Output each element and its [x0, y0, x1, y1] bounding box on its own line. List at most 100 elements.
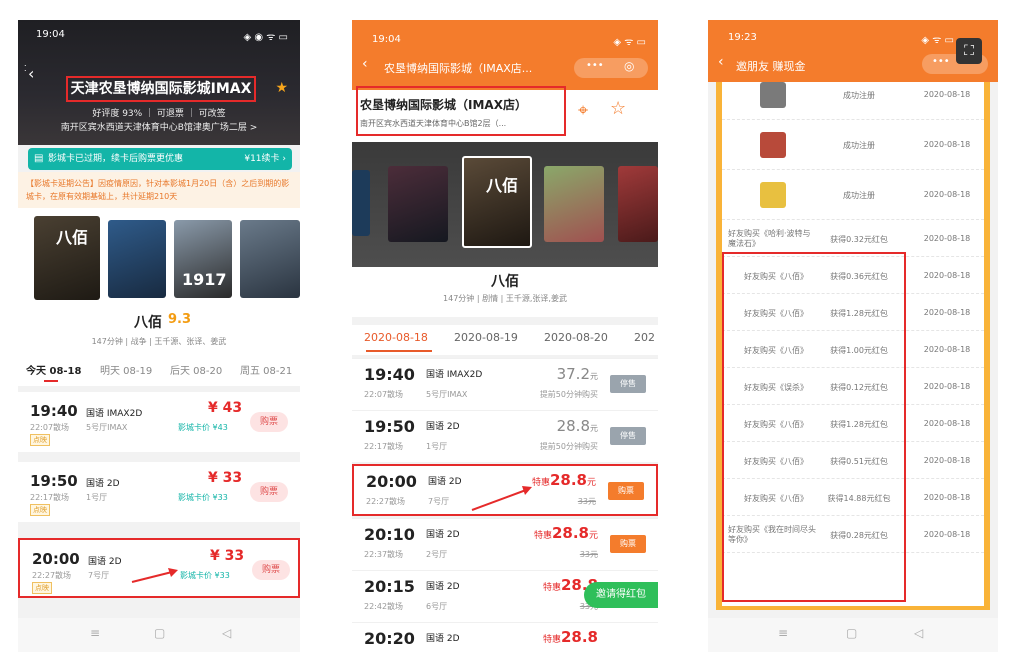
- record-date: 2020-08-18: [923, 345, 971, 354]
- avatar: [760, 182, 786, 208]
- red-arrow-annotation: [471, 486, 532, 511]
- sold-out-button[interactable]: 停售: [610, 375, 646, 393]
- home-icon[interactable]: ▢: [154, 626, 165, 640]
- poster-babai-selected[interactable]: 八佰: [462, 156, 532, 248]
- buy-button[interactable]: 购票: [250, 482, 288, 502]
- session-row-highlighted[interactable]: 20:00 22:27散场 国语 2D 7号厅 特惠28.8元 33元 购票: [352, 464, 658, 516]
- session-time: 20:10: [364, 525, 415, 544]
- status-time: 19:04: [36, 29, 65, 40]
- movie-poster-strip[interactable]: 八佰 1917: [18, 208, 300, 308]
- session-language: 国语 2D: [426, 530, 460, 540]
- session-hall: 6号厅: [426, 602, 448, 611]
- sold-out-button[interactable]: 停售: [610, 427, 646, 445]
- status-icons: ◈ ᯤ ▭: [921, 35, 954, 46]
- phone-screen-1: 19:04 ◈ ◉ ᯤ ▭ ‹ ⁚ ★ 天津农垦博纳国际影城IMAX 好评度 9…: [18, 20, 300, 652]
- fullscreen-icon[interactable]: ⛶: [956, 38, 982, 64]
- buy-button[interactable]: 购票: [608, 482, 644, 500]
- poster-5[interactable]: [618, 166, 658, 242]
- nav-title: 农垦博纳国际影城（IMAX店...: [384, 62, 533, 75]
- tab-today[interactable]: 今天 08-18: [26, 362, 81, 377]
- card-price: 影城卡价 ¥43: [178, 423, 228, 432]
- record-date: 2020-08-18: [923, 308, 971, 317]
- cinema-name: 天津农垦博纳国际影城IMAX: [66, 76, 256, 102]
- menu-icon[interactable]: ≡: [778, 626, 788, 640]
- tab-indicator: [44, 380, 58, 382]
- favorite-star-icon[interactable]: ★: [275, 80, 288, 96]
- location-pin-icon[interactable]: ⌖: [578, 100, 588, 121]
- record-date: 2020-08-18: [923, 140, 971, 149]
- record-date: 2020-08-18: [923, 530, 971, 539]
- buy-button[interactable]: 购票: [252, 560, 290, 580]
- session-language: 国语 2D: [426, 582, 460, 592]
- movie-title: 八佰: [491, 274, 519, 290]
- session-row[interactable]: 19:50 22:17散场 点映 国语 2D 1号厅 ¥ 33 影城卡价 ¥33…: [18, 462, 300, 522]
- session-row[interactable]: 19:50 22:17散场 国语 2D 1号厅 28.8元 提前50分钟购买 停…: [352, 410, 658, 462]
- poster-harry-potter[interactable]: [108, 220, 166, 298]
- discount-label: 特惠: [542, 635, 561, 645]
- movie-meta: 147分钟 | 剧情 | 王千源,张译,姜武: [443, 294, 567, 303]
- rating-line: 好评度 93% ｜ 可退票 ｜ 可改签: [92, 109, 226, 119]
- poster-2[interactable]: [388, 166, 448, 242]
- back-nav-icon[interactable]: ◁: [914, 626, 923, 640]
- session-end: 22:27散场: [366, 497, 406, 506]
- record-result: 成功注册: [843, 191, 875, 200]
- more-icon[interactable]: •••: [932, 56, 950, 67]
- movie-score: 9.3: [168, 312, 192, 327]
- session-row[interactable]: 20:10 22:37散场 国语 2D 2号厅 特惠28.8元 33元 购票: [352, 518, 658, 570]
- back-icon[interactable]: ‹: [718, 54, 724, 70]
- record-date: 2020-08-18: [923, 90, 971, 99]
- close-target-icon[interactable]: ◎: [624, 59, 634, 73]
- session-row[interactable]: 19:40 22:07散场 点映 国语 IMAX2D 5号厅IMAX ¥ 43 …: [18, 392, 300, 452]
- android-nav-bar: ≡ ▢ ◁: [18, 618, 300, 652]
- discount-label: 特惠: [542, 583, 561, 593]
- session-price: ¥ 33: [210, 548, 245, 564]
- session-end: 22:37散场: [364, 550, 404, 559]
- buy-button[interactable]: 购票: [610, 535, 646, 553]
- tab-date-1[interactable]: 2020-08-18: [364, 331, 428, 344]
- price-unit: 元: [590, 372, 598, 381]
- poster-1917[interactable]: 1917: [174, 220, 232, 298]
- tab-date-2[interactable]: 2020-08-19: [454, 331, 518, 344]
- cinema-address[interactable]: 南开区宾水西道天津体育中心B馆津奥广场二层 >: [18, 120, 300, 133]
- movie-poster-carousel[interactable]: 八佰: [352, 142, 658, 267]
- record-row: 成功注册 2020-08-18: [722, 120, 984, 170]
- session-hall: 2号厅: [426, 550, 448, 559]
- record-date: 2020-08-18: [923, 190, 971, 199]
- tab-tomorrow[interactable]: 明天 08-19: [100, 362, 152, 377]
- poster-left-edge[interactable]: [352, 170, 370, 236]
- session-row[interactable]: 20:20 国语 2D 特惠28.8: [352, 622, 658, 652]
- poster-4[interactable]: [544, 166, 604, 242]
- back-nav-icon[interactable]: ◁: [222, 626, 231, 640]
- renew-card-link[interactable]: ¥11续卡 ›: [244, 148, 286, 170]
- tab-day-after[interactable]: 后天 08-20: [170, 362, 222, 377]
- capsule-menu[interactable]: ••• ◎: [574, 58, 648, 78]
- tab-friday[interactable]: 周五 08-21: [240, 362, 292, 377]
- session-row[interactable]: 19:40 22:07散场 国语 IMAX2D 5号厅IMAX 37.2元 提前…: [352, 358, 658, 410]
- back-icon[interactable]: ‹: [28, 64, 34, 83]
- back-icon[interactable]: ‹: [362, 56, 368, 72]
- menu-icon[interactable]: ≡: [90, 626, 100, 640]
- session-language: 国语 2D: [88, 557, 122, 567]
- card-expired-bar[interactable]: ▤ 影城卡已过期，续卡后购票更优惠 ¥11续卡 ›: [28, 148, 292, 170]
- tab-date-3[interactable]: 2020-08-20: [544, 331, 608, 344]
- invite-red-packet-button[interactable]: 邀请得红包: [584, 582, 658, 608]
- record-row: 成功注册 2020-08-18: [722, 82, 984, 120]
- movie-title: 八佰: [134, 315, 162, 331]
- record-result: 成功注册: [843, 91, 875, 100]
- session-row-highlighted[interactable]: 20:00 22:27散场 点映 国语 2D 7号厅 ¥ 33 影城卡价 ¥33…: [18, 538, 300, 598]
- session-hall: 7号厅: [88, 571, 110, 580]
- card-price: 影城卡价 ¥33: [178, 493, 228, 502]
- session-language: 国语 2D: [86, 479, 120, 489]
- records-highlight-box: [722, 252, 906, 602]
- buy-button[interactable]: 购票: [250, 412, 288, 432]
- favorite-star-icon[interactable]: ☆: [610, 98, 626, 119]
- poster-4[interactable]: [240, 220, 300, 298]
- record-date: 2020-08-18: [923, 419, 971, 428]
- poster-babai[interactable]: 八佰: [34, 216, 100, 300]
- session-end: 22:27散场: [32, 571, 72, 580]
- poster-title: 八佰: [56, 228, 89, 247]
- tab-date-4[interactable]: 202: [634, 331, 655, 344]
- date-tabs: 今天 08-18 明天 08-19 后天 08-20 周五 08-21: [18, 356, 300, 386]
- home-icon[interactable]: ▢: [846, 626, 857, 640]
- more-icon[interactable]: •••: [586, 60, 604, 71]
